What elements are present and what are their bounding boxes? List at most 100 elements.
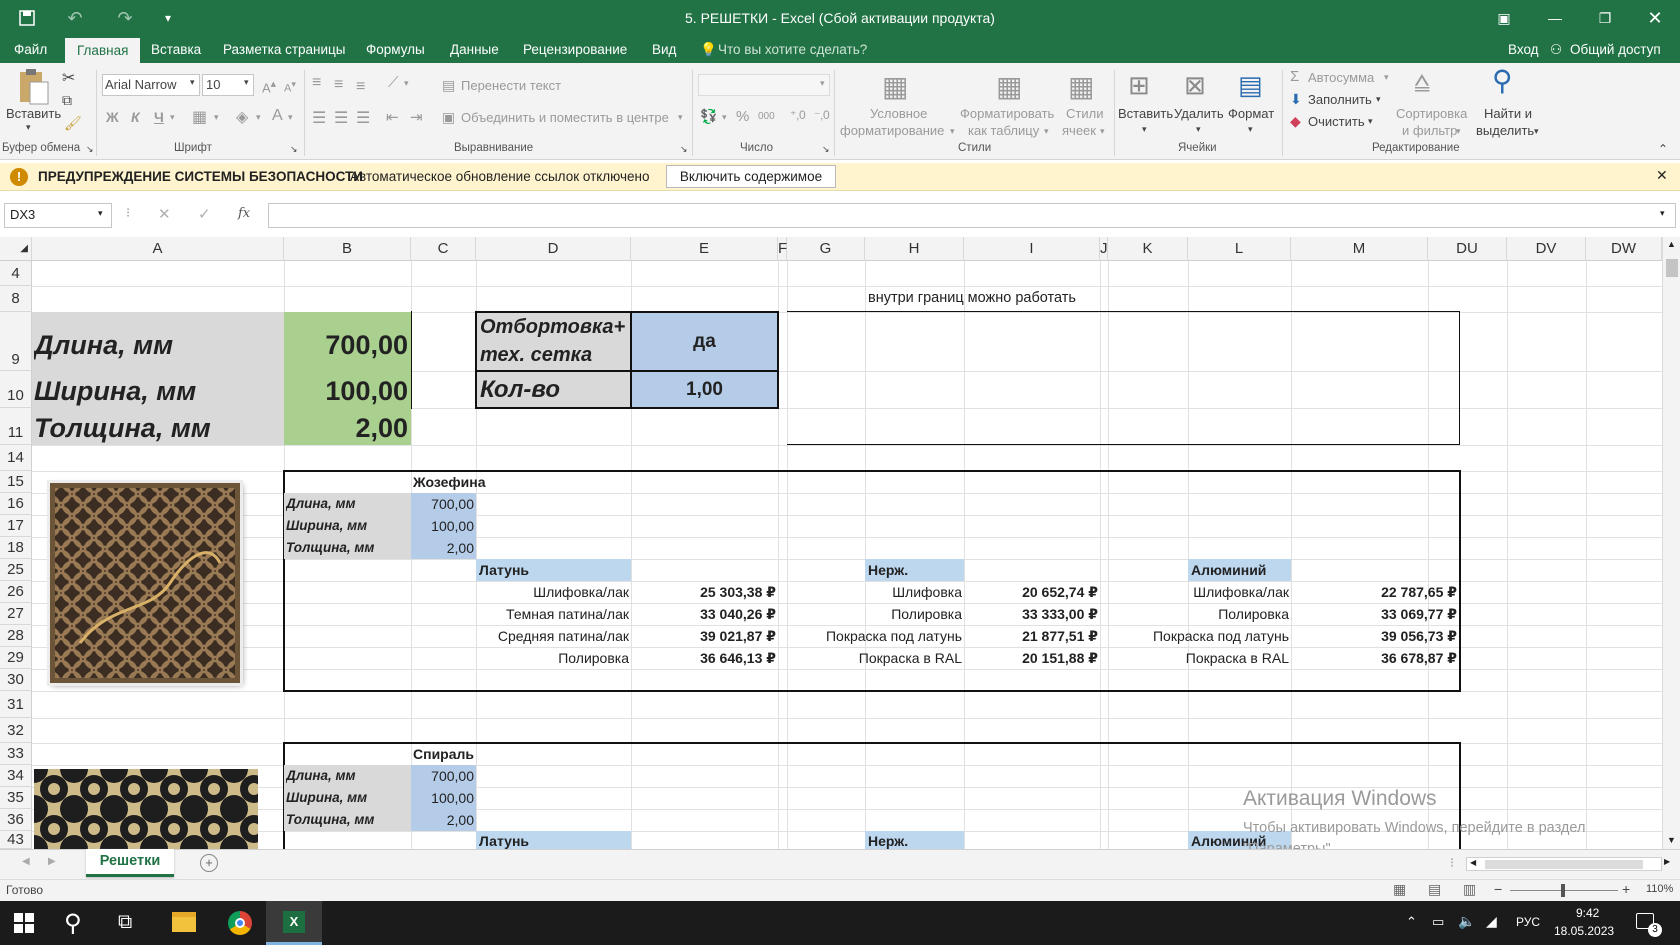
shrink-font-icon[interactable]: A▾ <box>284 79 296 95</box>
josephine-brass-label[interactable]: Темная патина/лак <box>476 603 629 625</box>
number-format-box[interactable] <box>698 74 830 96</box>
enter-formula-icon[interactable]: ✓ <box>198 205 211 223</box>
align-bottom-icon[interactable]: ≡ <box>356 78 365 96</box>
column-header[interactable]: A <box>32 237 284 261</box>
zoom-out-icon[interactable]: − <box>1494 881 1502 897</box>
autosum-button[interactable]: Автосумма <box>1308 70 1374 85</box>
spiral-width-value[interactable]: 100,00 <box>413 787 474 809</box>
row-header[interactable]: 9 <box>0 312 32 371</box>
row-header[interactable]: 27 <box>0 603 32 625</box>
tab-file[interactable]: Файл <box>14 36 47 63</box>
josephine-alu-label[interactable]: Полировка <box>1110 603 1289 625</box>
find-select-dropdown-icon[interactable]: ▾ <box>1534 126 1539 137</box>
align-right-icon[interactable]: ☰ <box>356 108 370 128</box>
josephine-thickness-value[interactable]: 2,00 <box>413 537 474 559</box>
font-color-icon[interactable]: A <box>272 107 283 125</box>
font-size-dropdown-icon[interactable]: ▾ <box>244 77 249 88</box>
column-header[interactable]: DU <box>1428 237 1507 261</box>
cancel-formula-icon[interactable]: ✕ <box>158 205 171 223</box>
close-button[interactable]: ✕ <box>1640 0 1670 36</box>
tell-me-search[interactable]: Что вы хотите сделать? <box>718 36 867 63</box>
format-table-label-1[interactable]: Форматировать <box>960 106 1054 121</box>
name-box-dropdown-icon[interactable]: ▾ <box>98 208 103 219</box>
josephine-steel-label[interactable]: Шлифовка <box>789 581 962 603</box>
tab-insert[interactable]: Вставка <box>151 36 201 63</box>
row-header[interactable]: 25 <box>0 559 32 581</box>
column-header[interactable]: K <box>1108 237 1188 261</box>
normal-view-icon[interactable]: ▦ <box>1393 881 1406 898</box>
spiral-steel-title[interactable]: Нерж. <box>865 831 964 849</box>
maximize-button[interactable]: ❐ <box>1590 0 1620 36</box>
grille-photo-josephine[interactable] <box>50 483 240 683</box>
insert-cells-icon[interactable]: ⊞ <box>1128 70 1150 101</box>
spiral-length-label[interactable]: Длина, мм <box>286 765 410 787</box>
save-icon[interactable] <box>16 0 38 36</box>
column-header[interactable]: G <box>787 237 865 261</box>
clock-date[interactable]: 18.05.2023 <box>1554 924 1614 938</box>
page-layout-view-icon[interactable]: ▤ <box>1428 881 1441 898</box>
model-name-josephine[interactable]: Жозефина <box>413 472 533 493</box>
alignment-launcher-icon[interactable]: ↘ <box>680 144 688 155</box>
josephine-alu-title[interactable]: Алюминий <box>1188 559 1291 581</box>
josephine-steel-price[interactable]: 20 652,74 ₽ <box>964 581 1098 603</box>
italic-button[interactable]: К <box>131 109 140 125</box>
josephine-thickness-label[interactable]: Толщина, мм <box>286 537 410 559</box>
undo-icon[interactable]: ↶ <box>60 0 90 36</box>
merge-center-button[interactable]: Объединить и поместить в центре <box>461 110 669 125</box>
clear-button[interactable]: Очистить <box>1308 114 1365 129</box>
sort-filter-label-2[interactable]: и фильтр <box>1402 123 1457 138</box>
delete-cells-button[interactable]: Удалить <box>1174 106 1224 121</box>
josephine-brass-price[interactable]: 33 040,26 ₽ <box>631 603 776 625</box>
quick-access-customize-icon[interactable]: ▾ <box>160 0 176 36</box>
ribbon-display-icon[interactable]: ▣ <box>1490 0 1518 36</box>
merge-center-dropdown-icon[interactable]: ▾ <box>678 112 683 123</box>
column-header[interactable]: D <box>476 237 631 261</box>
tab-view[interactable]: Вид <box>652 36 676 63</box>
share-button[interactable]: Общий доступ <box>1570 36 1661 63</box>
josephine-steel-title[interactable]: Нерж. <box>865 559 964 581</box>
paste-dropdown-icon[interactable]: ▾ <box>26 122 31 133</box>
column-header[interactable]: B <box>284 237 411 261</box>
insert-function-icon[interactable]: fx <box>238 206 250 221</box>
wrap-text-icon[interactable]: ▤ <box>442 77 455 94</box>
josephine-brass-label[interactable]: Шлифовка/лак <box>476 581 629 603</box>
language-indicator[interactable]: РУС <box>1516 915 1540 929</box>
row-header[interactable]: 31 <box>0 691 32 718</box>
clipboard-launcher-icon[interactable]: ↘ <box>86 144 94 155</box>
row-header[interactable]: 11 <box>0 408 32 445</box>
expand-formula-icon[interactable]: ▾ <box>1660 208 1665 219</box>
task-view-icon[interactable]: ⧉ <box>118 911 132 934</box>
format-cells-dropdown-icon[interactable]: ▾ <box>1248 124 1253 135</box>
fill-color-dropdown-icon[interactable]: ▾ <box>256 112 261 123</box>
josephine-alu-label[interactable]: Покраска в RAL <box>1110 647 1289 669</box>
row-header[interactable]: 15 <box>0 471 32 493</box>
scroll-thumb[interactable] <box>1666 259 1678 277</box>
cell-styles-label-1[interactable]: Стили <box>1066 106 1103 121</box>
quantity-label[interactable]: Кол-во <box>480 371 630 408</box>
thickness-value[interactable]: 2,00 <box>286 408 408 445</box>
close-warning-icon[interactable]: ✕ <box>1656 167 1668 184</box>
tab-split-handle-icon[interactable]: ⁝ <box>1450 855 1454 871</box>
orientation-dropdown-icon[interactable]: ▾ <box>404 78 409 89</box>
underline-dropdown-icon[interactable]: ▾ <box>170 112 175 123</box>
quantity-value[interactable]: 1,00 <box>631 371 778 408</box>
format-table-icon[interactable]: ▦ <box>996 70 1022 103</box>
josephine-brass-price[interactable]: 25 303,38 ₽ <box>631 581 776 603</box>
scroll-up-icon[interactable]: ▲ <box>1667 239 1676 249</box>
tab-scroll-right-icon[interactable]: ▶ <box>48 856 56 867</box>
josephine-alu-label[interactable]: Покраска под латунь <box>1110 625 1289 647</box>
flange-label-line2[interactable]: тех. сетка <box>480 342 630 370</box>
number-launcher-icon[interactable]: ↘ <box>822 144 830 155</box>
vertical-scrollbar[interactable]: ▲ ▼ <box>1662 237 1680 849</box>
sort-filter-dropdown-icon[interactable]: ▾ <box>1456 126 1461 137</box>
format-painter-icon[interactable]: 🖌 <box>64 115 82 132</box>
row-header[interactable]: 26 <box>0 581 32 603</box>
josephine-length-label[interactable]: Длина, мм <box>286 493 410 515</box>
find-select-label-2[interactable]: выделить <box>1476 123 1534 138</box>
row-header[interactable]: 4 <box>0 261 32 286</box>
row-header[interactable]: 33 <box>0 743 32 765</box>
row-header[interactable]: 30 <box>0 669 32 691</box>
josephine-steel-label[interactable]: Полировка <box>789 603 962 625</box>
volume-icon[interactable]: 🔈 <box>1458 913 1475 930</box>
redo-icon[interactable]: ↷ <box>110 0 140 36</box>
